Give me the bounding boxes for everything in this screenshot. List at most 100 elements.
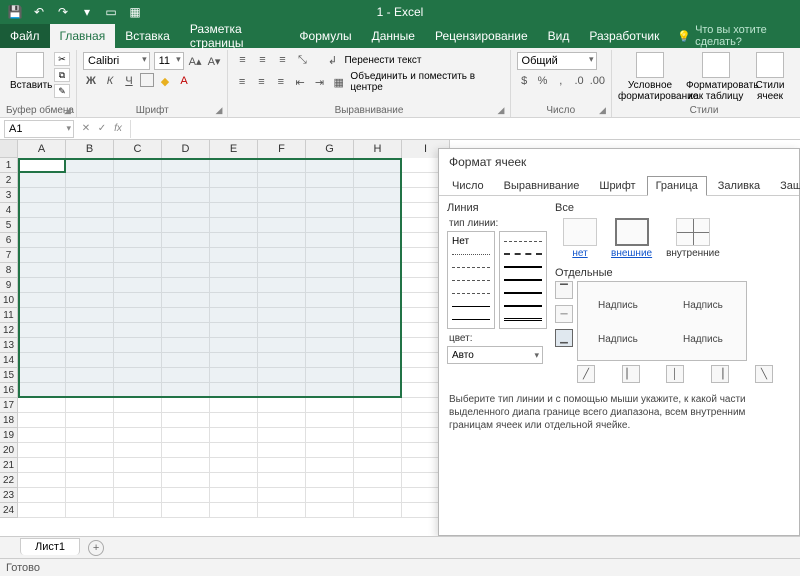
cell[interactable] [114, 338, 162, 353]
row-header-19[interactable]: 19 [0, 428, 17, 443]
cell[interactable] [258, 353, 306, 368]
col-header-D[interactable]: D [162, 140, 210, 158]
cell[interactable] [66, 383, 114, 398]
alignment-launcher-icon[interactable]: ◢ [498, 105, 508, 115]
cell[interactable] [210, 443, 258, 458]
cell[interactable] [114, 473, 162, 488]
cell[interactable] [18, 188, 66, 203]
cell[interactable] [210, 488, 258, 503]
cell[interactable] [354, 413, 402, 428]
number-launcher-icon[interactable]: ◢ [599, 105, 609, 115]
cell[interactable] [18, 278, 66, 293]
cell[interactable] [210, 338, 258, 353]
cell[interactable] [114, 503, 162, 518]
cell[interactable] [306, 263, 354, 278]
cell[interactable] [306, 458, 354, 473]
bold-button[interactable]: Ж [83, 73, 99, 89]
cell[interactable] [162, 488, 210, 503]
cell[interactable] [66, 473, 114, 488]
decrease-font-icon[interactable]: A▾ [207, 53, 222, 69]
number-format-combo[interactable]: Общий [517, 52, 597, 70]
cell[interactable] [210, 203, 258, 218]
cell[interactable] [258, 383, 306, 398]
line-style-med3[interactable] [502, 287, 544, 299]
cell[interactable] [162, 158, 210, 173]
cell[interactable] [210, 383, 258, 398]
cell[interactable] [66, 323, 114, 338]
cell[interactable] [258, 203, 306, 218]
border-bottom-button[interactable]: ▁ [555, 329, 573, 347]
preset-none[interactable]: нет [563, 218, 597, 259]
cell[interactable] [114, 278, 162, 293]
tab-view[interactable]: Вид [538, 24, 580, 48]
cell[interactable] [306, 293, 354, 308]
cell[interactable] [18, 383, 66, 398]
dlg-tab-fill[interactable]: Заливка [709, 176, 769, 196]
cell[interactable] [66, 443, 114, 458]
italic-button[interactable]: К [102, 73, 118, 89]
cell[interactable] [66, 398, 114, 413]
cut-button[interactable]: ✂ [54, 52, 70, 66]
col-header-C[interactable]: C [114, 140, 162, 158]
wrap-text-button[interactable]: Перенести текст [344, 55, 421, 66]
cell[interactable] [258, 278, 306, 293]
cell[interactable] [354, 173, 402, 188]
row-header-21[interactable]: 21 [0, 458, 17, 473]
cell[interactable] [354, 158, 402, 173]
line-style-med1[interactable] [502, 261, 544, 273]
border-right-button[interactable]: ▕ [711, 365, 729, 383]
cell[interactable] [162, 503, 210, 518]
cell[interactable] [210, 413, 258, 428]
col-header-E[interactable]: E [210, 140, 258, 158]
cell[interactable] [354, 428, 402, 443]
line-style-thin2[interactable] [450, 313, 492, 325]
cell[interactable] [210, 263, 258, 278]
cell[interactable] [114, 398, 162, 413]
line-style-dot[interactable] [450, 248, 492, 260]
cell[interactable] [66, 173, 114, 188]
line-style-none[interactable]: Нет [450, 235, 492, 247]
cell[interactable] [210, 428, 258, 443]
line-style-thin[interactable] [450, 300, 492, 312]
cell[interactable] [114, 443, 162, 458]
cell[interactable] [258, 503, 306, 518]
row-header-24[interactable]: 24 [0, 503, 17, 518]
cell[interactable] [162, 233, 210, 248]
cell[interactable] [306, 338, 354, 353]
cell[interactable] [66, 233, 114, 248]
cell[interactable] [258, 443, 306, 458]
cell[interactable] [114, 203, 162, 218]
cell[interactable] [66, 338, 114, 353]
cell[interactable] [306, 308, 354, 323]
border-diag-up-button[interactable]: ╱ [577, 365, 595, 383]
cell[interactable] [306, 188, 354, 203]
percent-format-icon[interactable]: % [535, 73, 550, 89]
cell[interactable] [258, 248, 306, 263]
cell[interactable] [66, 503, 114, 518]
cell[interactable] [306, 383, 354, 398]
row-header-12[interactable]: 12 [0, 323, 17, 338]
cell[interactable] [162, 218, 210, 233]
cell[interactable] [114, 353, 162, 368]
row-header-8[interactable]: 8 [0, 263, 17, 278]
row-header-20[interactable]: 20 [0, 443, 17, 458]
format-painter-button[interactable]: ✎ [54, 84, 70, 98]
cell[interactable] [66, 293, 114, 308]
align-top-icon[interactable]: ≡ [234, 52, 250, 68]
cell[interactable] [306, 218, 354, 233]
row-header-11[interactable]: 11 [0, 308, 17, 323]
cell[interactable] [258, 158, 306, 173]
cell[interactable] [162, 338, 210, 353]
cell-styles-button[interactable]: Стили ячеек [750, 52, 790, 102]
cell[interactable] [306, 248, 354, 263]
cell[interactable] [18, 503, 66, 518]
preset-inside[interactable]: внутренние [666, 218, 720, 259]
cell[interactable] [258, 188, 306, 203]
cell[interactable] [306, 473, 354, 488]
row-header-15[interactable]: 15 [0, 368, 17, 383]
cell[interactable] [18, 473, 66, 488]
cell[interactable] [18, 233, 66, 248]
orientation-icon[interactable]: ⤡ [294, 52, 310, 68]
cell[interactable] [258, 233, 306, 248]
align-center-icon[interactable]: ≡ [254, 74, 269, 90]
